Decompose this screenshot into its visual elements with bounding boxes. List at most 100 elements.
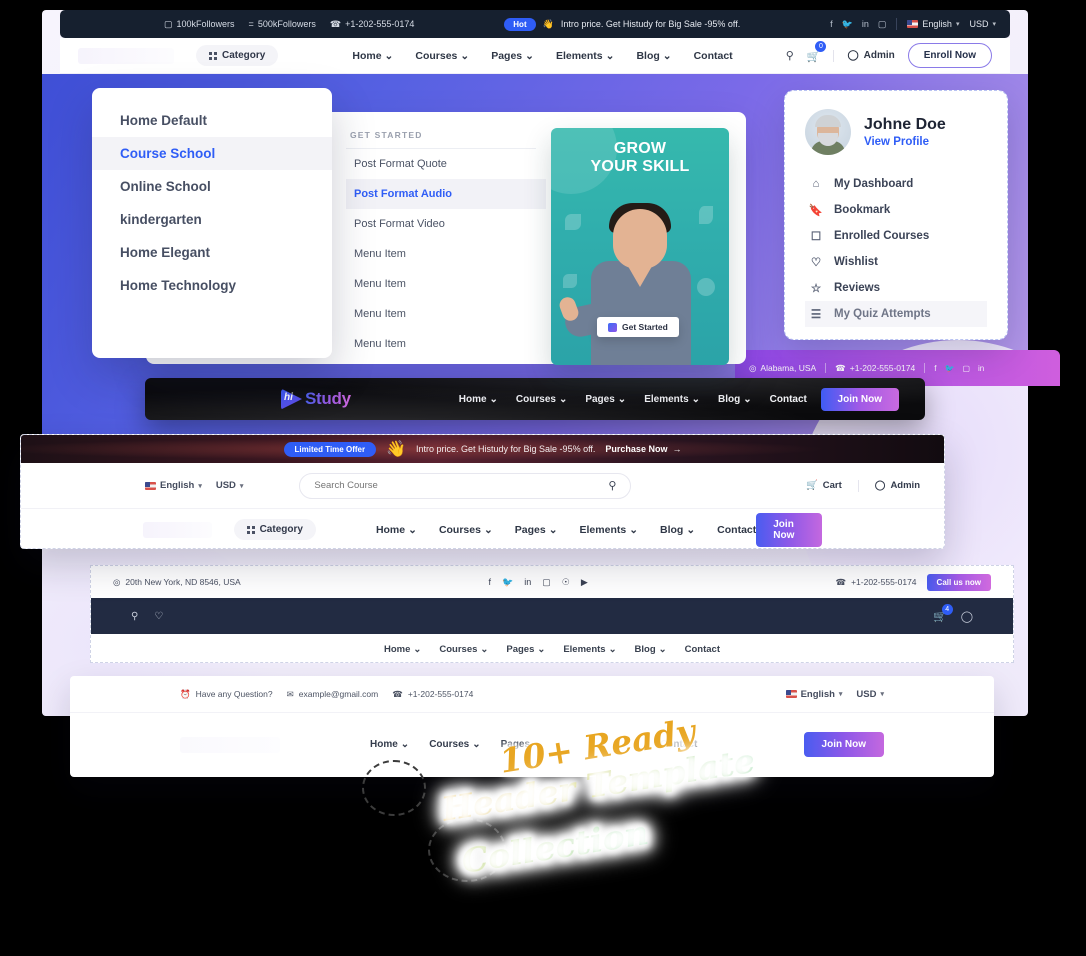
nav-item-blog[interactable]: Blog ⌄ (636, 50, 671, 62)
nav-item-pages[interactable]: Pages ⌄ (585, 394, 626, 405)
nav-item-courses[interactable]: Courses ⌄ (429, 739, 480, 750)
nav-item-elements[interactable]: Elements ⌄ (556, 50, 615, 62)
nav-item-courses[interactable]: Courses ⌄ (415, 50, 469, 62)
nav-item-courses[interactable]: Courses ⌄ (439, 644, 488, 655)
profile-menu-item-quiz-attempts[interactable]: ☰ My Quiz Attempts (805, 301, 987, 327)
nav-item-contact[interactable]: Contact (770, 394, 807, 405)
instagram-icon[interactable]: ▢ (878, 19, 887, 30)
nav-item-contact[interactable]: Contact (694, 50, 733, 62)
facebook-icon[interactable]: f (830, 19, 833, 30)
navy-phone[interactable]: ☎ +1-202-555-0174 (835, 577, 916, 588)
mega-menu-item[interactable]: Menu Item (346, 329, 546, 359)
facebook-followers[interactable]: = 500kFollowers (249, 19, 316, 29)
heart-icon[interactable]: ♡ (154, 611, 163, 622)
language-selector[interactable]: English ▾ (145, 480, 202, 491)
nav-item-elements[interactable]: Elements ⌄ (563, 644, 616, 655)
get-started-button[interactable]: Get Started (597, 317, 679, 337)
mega-menu-item[interactable]: Menu Item (346, 269, 546, 299)
search-box[interactable]: ⚲ (299, 472, 632, 499)
mega-menu-item[interactable]: Post Format Quote (346, 149, 546, 179)
nav-item-courses[interactable]: Courses ⌄ (516, 394, 567, 405)
email-info[interactable]: ✉ example@gmail.com (287, 689, 379, 700)
twitter-icon[interactable]: 🐦 (944, 364, 954, 373)
twitter-icon[interactable]: 🐦 (842, 19, 853, 30)
cart-button[interactable]: 🛒 0 (807, 40, 827, 65)
facebook-icon[interactable]: f (934, 364, 936, 373)
search-icon[interactable]: ⚲ (786, 49, 794, 62)
view-profile-link[interactable]: View Profile (864, 136, 946, 148)
join-now-button[interactable]: Join Now (820, 387, 899, 411)
strip-phone[interactable]: ☎ +1-202-555-0174 (835, 363, 915, 374)
topbar-phone[interactable]: ☎ +1-202-555-0174 (330, 19, 415, 30)
currency-selector[interactable]: USD ▾ (216, 480, 244, 491)
profile-menu-item-bookmark[interactable]: 🔖 Bookmark (805, 197, 987, 223)
linkedin-icon[interactable]: in (862, 19, 869, 30)
mega-menu-item-active[interactable]: Post Format Audio (346, 179, 546, 209)
nav-item-courses[interactable]: Courses ⌄ (439, 524, 493, 536)
site-logo[interactable] (180, 736, 280, 753)
nav-item-pages[interactable]: Pages ⌄ (506, 644, 545, 655)
cart-button[interactable]: 🛒 4 (933, 603, 953, 623)
dropdown-item-course-school[interactable]: Course School (92, 137, 332, 170)
nav-item-home[interactable]: Home ⌄ (376, 524, 417, 536)
nav-item-elements[interactable]: Elements ⌄ (644, 394, 700, 405)
currency-selector[interactable]: USD ▾ (856, 689, 884, 700)
nav-item-contact[interactable]: Contact (717, 524, 756, 536)
site-logo[interactable] (143, 521, 212, 538)
twitter-icon[interactable]: 🐦 (502, 577, 513, 588)
nav-item-elements[interactable]: Elements ⌄ (580, 524, 639, 536)
facebook-icon[interactable]: f (488, 577, 491, 588)
profile-menu-item-reviews[interactable]: ☆ Reviews (805, 275, 987, 301)
nav-item-pages[interactable]: Pages ⌄ (491, 50, 534, 62)
nav-item-blog[interactable]: Blog ⌄ (635, 644, 667, 655)
youtube-icon[interactable]: ▶ (581, 577, 588, 588)
language-selector[interactable]: English ▾ (907, 19, 959, 29)
language-selector[interactable]: English ▾ (785, 689, 842, 700)
join-now-button[interactable]: Join Now (803, 732, 884, 757)
nav-item-blog[interactable]: Blog ⌄ (718, 394, 752, 405)
cart-button[interactable]: 🛒 Cart (806, 480, 842, 491)
enroll-now-button[interactable]: Enroll Now (907, 43, 992, 68)
dropdown-item-home-default[interactable]: Home Default (92, 104, 332, 137)
navy-dark-bar: ⚲ ♡ 🛒 4 ◯ (91, 598, 1013, 634)
category-button[interactable]: Category (233, 519, 316, 540)
instagram-icon[interactable]: ▢ (962, 364, 970, 373)
mega-menu-item[interactable]: Menu Item (346, 239, 546, 269)
admin-button[interactable]: ◯ Admin (875, 480, 920, 491)
profile-menu-item-wishlist[interactable]: ♡ Wishlist (805, 249, 987, 275)
linkedin-icon[interactable]: in (524, 577, 531, 588)
nav-item-pages[interactable]: Pages ⌄ (515, 524, 558, 536)
instagram-icon[interactable]: ▢ (542, 577, 551, 588)
profile-menu-item-dashboard[interactable]: ⌂ My Dashboard (805, 171, 987, 197)
nav-item-home[interactable]: Home ⌄ (370, 739, 409, 750)
search-input[interactable] (314, 480, 609, 491)
nav-item-blog[interactable]: Blog ⌄ (660, 524, 695, 536)
nav-item-home[interactable]: Home ⌄ (384, 644, 421, 655)
profile-menu-item-enrolled-courses[interactable]: ☐ Enrolled Courses (805, 223, 987, 249)
join-now-button[interactable]: Join Now (756, 512, 822, 547)
search-icon[interactable]: ⚲ (608, 479, 616, 492)
category-button[interactable]: Category (196, 45, 279, 66)
site-logo[interactable] (78, 47, 174, 64)
promo-card[interactable]: GROW YOUR SKILL Get Started (551, 128, 729, 365)
dropdown-item-home-elegant[interactable]: Home Elegant (92, 236, 332, 269)
linkedin-icon[interactable]: in (978, 364, 984, 373)
admin-button[interactable]: ◯ Admin (847, 50, 894, 61)
dropdown-item-home-technology[interactable]: Home Technology (92, 269, 332, 302)
mega-menu-item[interactable]: Post Format Video (346, 209, 546, 239)
user-icon[interactable]: ◯ (961, 610, 973, 623)
skype-icon[interactable]: ☉ (562, 577, 570, 588)
purchase-now-link[interactable]: Purchase Now → (605, 444, 681, 454)
search-icon[interactable]: ⚲ (131, 611, 138, 622)
nav-item-home[interactable]: Home ⌄ (352, 50, 393, 62)
histudy-logo[interactable]: hi Study (281, 388, 351, 410)
bottom-phone[interactable]: ☎ +1-202-555-0174 (392, 689, 473, 700)
nav-item-contact[interactable]: Contact (685, 644, 720, 655)
nav-item-home[interactable]: Home ⌄ (459, 394, 498, 405)
currency-selector[interactable]: USD ▾ (969, 19, 996, 29)
dropdown-item-online-school[interactable]: Online School (92, 170, 332, 203)
mega-menu-item[interactable]: Menu Item (346, 299, 546, 329)
dropdown-item-kindergarten[interactable]: kindergarten (92, 203, 332, 236)
instagram-followers[interactable]: ▢ 100kFollowers (164, 19, 235, 30)
call-us-now-button[interactable]: Call us now (926, 573, 991, 591)
